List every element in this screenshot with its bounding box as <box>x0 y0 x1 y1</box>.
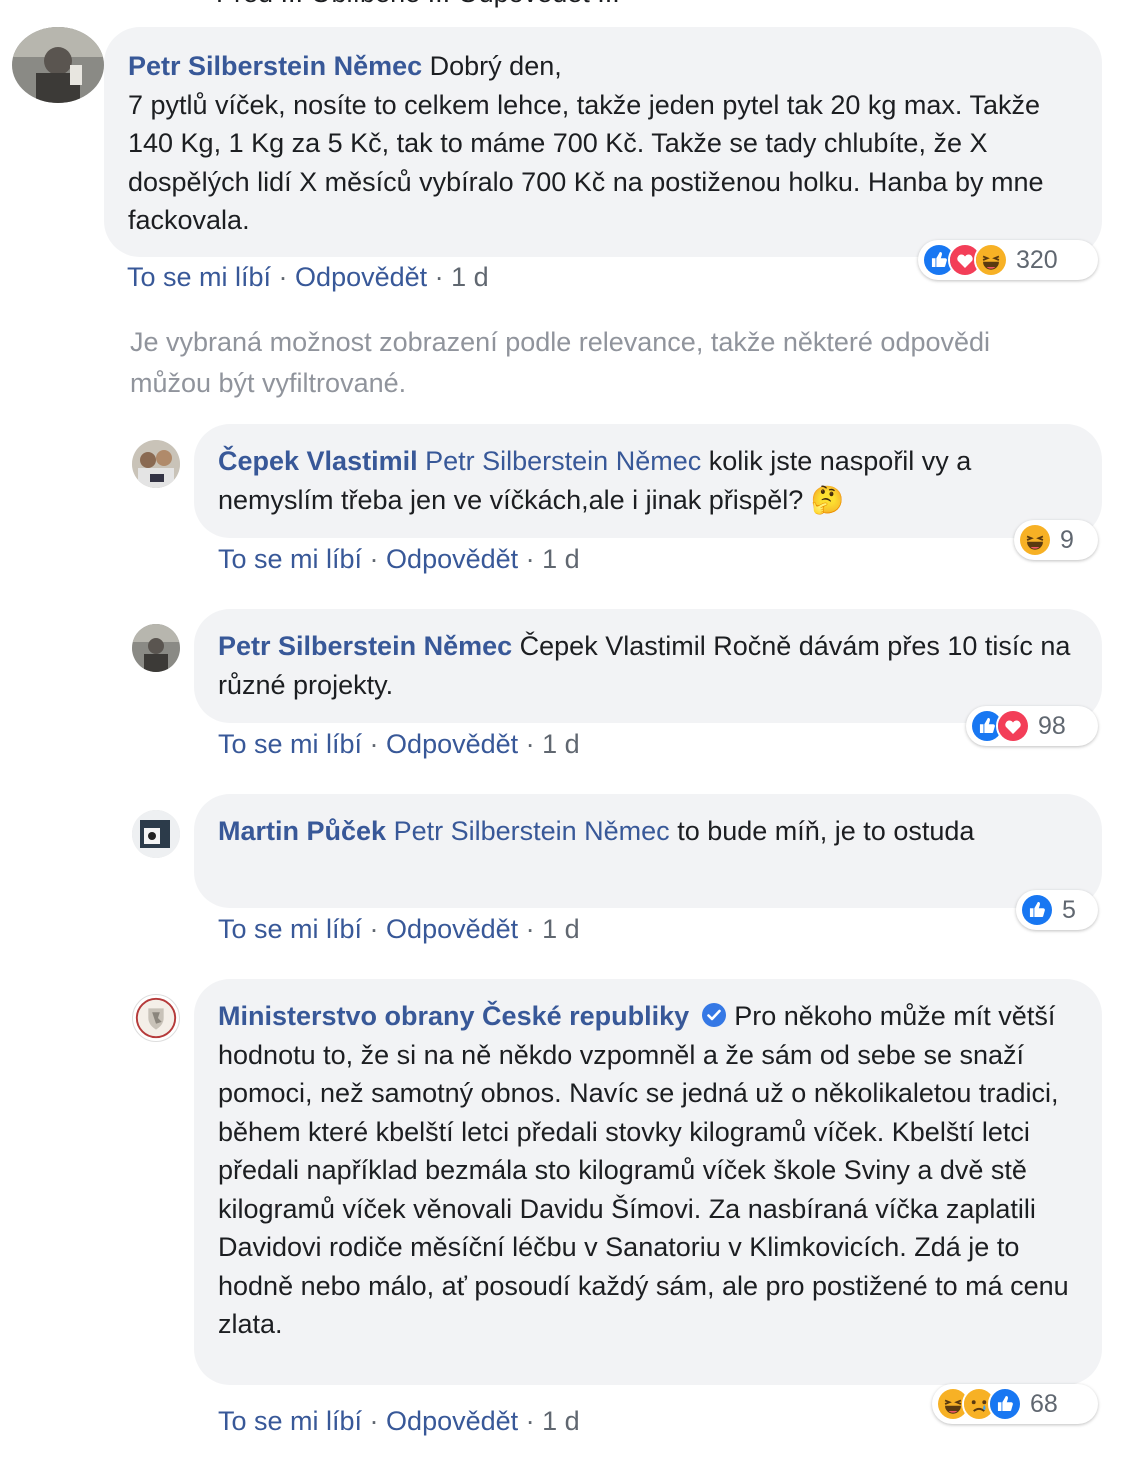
mention[interactable]: Petr Silberstein Němec <box>425 446 701 476</box>
like-link[interactable]: To se mi líbí <box>218 914 362 944</box>
separator: · <box>427 262 452 292</box>
reaction-count: 320 <box>1016 245 1058 274</box>
reaction-count: 9 <box>1060 525 1074 554</box>
reply-link[interactable]: Odpovědět <box>295 262 427 292</box>
reaction-summary[interactable]: 98 <box>966 706 1098 746</box>
reaction-summary[interactable]: 320 <box>918 240 1098 280</box>
comment-author[interactable]: Ministerstvo obrany České republiky <box>218 1001 689 1031</box>
like-link[interactable]: To se mi líbí <box>218 1406 362 1436</box>
mention[interactable]: Petr Silberstein Němec <box>394 816 670 846</box>
reaction-count: 68 <box>1030 1389 1058 1418</box>
reaction-count: 5 <box>1062 895 1076 924</box>
separator: · <box>518 729 543 759</box>
like-icon <box>988 1387 1022 1421</box>
like-link[interactable]: To se mi líbí <box>127 262 271 292</box>
separator: · <box>518 1406 543 1436</box>
reply-link[interactable]: Odpovědět <box>386 914 518 944</box>
comment-bubble: Petr Silberstein Němec Čepek Vlastimil R… <box>194 609 1102 723</box>
comment-actions: To se mi líbí · Odpovědět · 1 d <box>218 914 580 945</box>
comment-actions: To se mi líbí · Odpovědět · 1 d <box>127 262 489 293</box>
comment-text: to bude míň, je to ostuda <box>669 816 975 846</box>
timestamp[interactable]: 1 d <box>542 729 580 759</box>
reply-link[interactable]: Odpovědět <box>386 729 518 759</box>
comment-actions: To se mi líbí · Odpovědět · 1 d <box>218 729 580 760</box>
comment-bubble: Petr Silberstein Němec Dobrý den, 7 pytl… <box>104 27 1102 257</box>
like-link[interactable]: To se mi líbí <box>218 729 362 759</box>
reply-link[interactable]: Odpovědět <box>386 544 518 574</box>
avatar[interactable] <box>132 810 180 858</box>
comment-bubble: Čepek Vlastimil Petr Silberstein Němec k… <box>194 424 1102 538</box>
separator: · <box>362 1406 387 1436</box>
reaction-count: 98 <box>1038 711 1066 740</box>
reply-link[interactable]: Odpovědět <box>386 1406 518 1436</box>
comment-text: Pro někoho může mít větší hodnotu to, že… <box>218 1001 1069 1339</box>
comment-author[interactable]: Petr Silberstein Němec <box>128 51 422 81</box>
comment-bubble: Ministerstvo obrany České republiky Pro … <box>194 979 1102 1385</box>
timestamp[interactable]: 1 d <box>542 914 580 944</box>
reaction-summary[interactable]: 9 <box>1014 520 1098 560</box>
comment-author[interactable]: Čepek Vlastimil <box>218 446 418 476</box>
like-link[interactable]: To se mi líbí <box>218 544 362 574</box>
timestamp[interactable]: 1 d <box>451 262 489 292</box>
comment-author[interactable]: Martin Půček <box>218 816 386 846</box>
timestamp[interactable]: 1 d <box>542 544 580 574</box>
avatar[interactable] <box>132 440 180 488</box>
comment-actions: To se mi líbí · Odpovědět · 1 d <box>218 544 580 575</box>
separator: · <box>362 914 387 944</box>
comment-bubble: Martin Půček Petr Silberstein Němec to b… <box>194 794 1102 908</box>
verified-badge-icon <box>701 1000 727 1027</box>
separator: · <box>271 262 296 292</box>
haha-icon <box>1018 523 1052 557</box>
avatar[interactable] <box>132 994 180 1042</box>
separator: · <box>362 729 387 759</box>
timestamp[interactable]: 1 d <box>542 1406 580 1436</box>
separator: · <box>362 544 387 574</box>
reaction-summary[interactable]: 5 <box>1016 890 1098 930</box>
comment-actions: To se mi líbí · Odpovědět · 1 d <box>218 1406 580 1437</box>
love-icon <box>996 709 1030 743</box>
separator: · <box>518 544 543 574</box>
avatar[interactable] <box>132 624 180 672</box>
separator: · <box>518 914 543 944</box>
avatar[interactable] <box>12 27 104 103</box>
like-icon <box>1020 893 1054 927</box>
reaction-summary[interactable]: 68 <box>932 1384 1098 1424</box>
comment-author[interactable]: Petr Silberstein Němec <box>218 631 512 661</box>
relevance-notice: Je vybraná možnost zobrazení podle relev… <box>130 327 991 398</box>
cut-off-action-line: Před ... Oblíbené ... Odpovědět ... <box>216 0 620 9</box>
haha-icon <box>974 243 1008 277</box>
